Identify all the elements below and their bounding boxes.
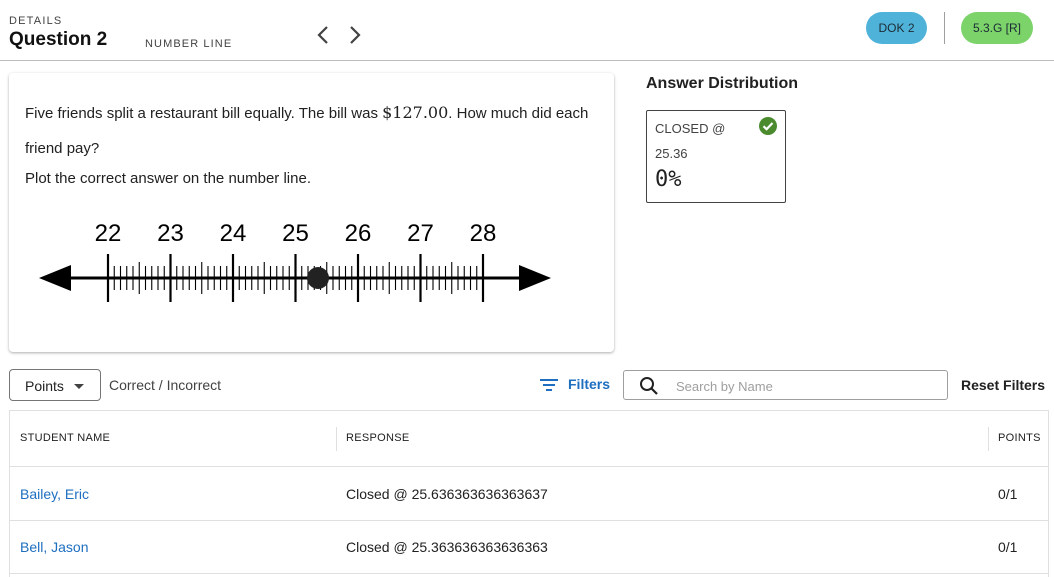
number-line-label: 25 (282, 220, 309, 247)
number-line-label: 23 (157, 220, 184, 247)
filter-list-icon (540, 379, 558, 391)
question-title: Question 2 (9, 29, 108, 50)
student-points: 0/1 (998, 486, 1018, 502)
student-points: 0/1 (998, 539, 1018, 555)
correct-incorrect-label: Correct / Incorrect (109, 377, 222, 393)
chip-divider (944, 12, 945, 44)
table-row: Bailey, Eric Closed @ 25.636363636363637… (10, 468, 1048, 521)
previous-question-button[interactable] (311, 22, 335, 48)
search-icon (640, 377, 658, 395)
number-line-label: 28 (470, 220, 497, 247)
number-line-label: 27 (407, 220, 434, 247)
student-response: Closed @ 25.636363636363637 (346, 486, 548, 502)
number-line-label: 26 (345, 220, 372, 247)
dok-chip[interactable]: DOK 2 (866, 12, 927, 44)
bill-amount: $127.00 (382, 103, 449, 122)
column-header-points[interactable]: POINTS (998, 432, 1041, 444)
caret-down-icon (74, 384, 84, 389)
search-input[interactable] (676, 375, 936, 397)
column-header-response[interactable]: RESPONSE (346, 432, 410, 444)
number-line-right-arrow (519, 265, 551, 291)
points-select[interactable]: Points (9, 369, 101, 401)
check-circle-icon (759, 117, 777, 135)
chevron-left-icon (317, 26, 328, 44)
question-prompt: Five friends split a restaurant bill equ… (25, 95, 600, 166)
answer-closed-label: CLOSED @ (655, 121, 726, 136)
filters-label: Filters (568, 376, 611, 392)
answer-percent: 0% (655, 167, 682, 192)
student-table: STUDENT NAME RESPONSE POINTS Bailey, Eri… (9, 410, 1049, 577)
number-line-label: 24 (220, 220, 247, 247)
student-response: Closed @ 25.363636363636363 (346, 539, 548, 555)
answer-distribution-card[interactable]: CLOSED @ 25.36 0% (646, 110, 786, 203)
number-line: 22 23 24 25 26 27 28 (39, 220, 551, 302)
number-line-left-arrow (39, 265, 71, 291)
table-row: Bell, Jason Closed @ 25.363636363636363 … (10, 521, 1048, 574)
plotted-point[interactable] (307, 267, 329, 289)
answer-distribution-title: Answer Distribution (646, 75, 799, 92)
question-card: Five friends split a restaurant bill equ… (9, 73, 614, 352)
header-bar: DETAILS Question 2 NUMBER LINE DOK 2 5.3… (0, 0, 1054, 61)
points-select-label: Points (25, 378, 64, 394)
answer-value: 25.36 (655, 146, 688, 161)
student-name-link[interactable]: Bailey, Eric (20, 486, 89, 502)
question-instruction: Plot the correct answer on the number li… (25, 170, 311, 187)
table-header: STUDENT NAME RESPONSE POINTS (10, 411, 1048, 467)
chevron-right-icon (350, 26, 361, 44)
details-label: DETAILS (9, 15, 63, 27)
question-text-start: Five friends split a restaurant bill equ… (25, 105, 383, 122)
reset-filters-button[interactable]: Reset Filters (961, 377, 1045, 393)
student-name-link[interactable]: Bell, Jason (20, 539, 88, 555)
column-header-student-name[interactable]: STUDENT NAME (20, 432, 110, 444)
question-type-label: NUMBER LINE (145, 38, 233, 50)
next-question-button[interactable] (343, 22, 367, 48)
standard-chip[interactable]: 5.3.G [R] (961, 12, 1033, 44)
column-divider (336, 427, 337, 451)
column-divider (988, 427, 989, 451)
number-line-label: 22 (95, 220, 122, 247)
search-box (623, 370, 948, 400)
